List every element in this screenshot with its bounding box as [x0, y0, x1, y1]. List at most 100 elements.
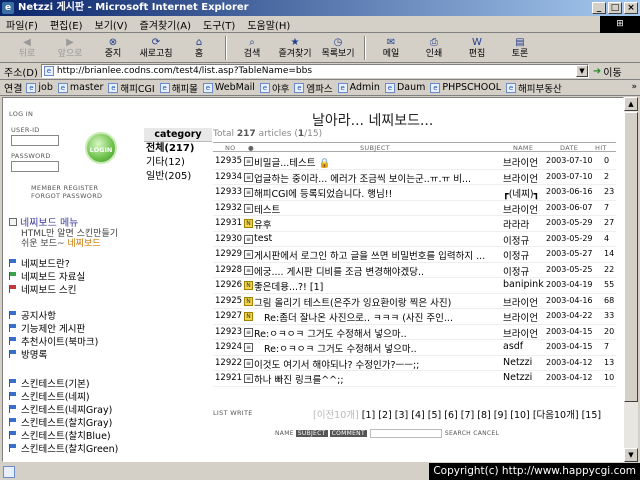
write-link[interactable]: WRITE [230, 409, 252, 417]
user-id-input[interactable] [11, 135, 59, 146]
page-link-5[interactable]: [5] [428, 410, 441, 421]
row-subject[interactable]: 테스트 [254, 202, 502, 216]
category-etc[interactable]: 기타(12) [144, 156, 212, 170]
table-row[interactable]: 12932 ≡ 테스트 브라이언 2003-06-07 7 [213, 201, 616, 216]
table-row[interactable]: 12934 ≡ 업글하는 중이라... 에러가 조금씩 보이는군..ㅠ.ㅠ 비...… [213, 170, 616, 185]
stop-button[interactable]: ⊗ 중지 [92, 35, 134, 62]
forward-button[interactable]: ▶ 앞으로 [49, 35, 91, 62]
link-happy-realestate[interactable]: e 해피부동산 [506, 81, 562, 95]
page-link-1[interactable]: [1] [362, 410, 375, 421]
row-subject[interactable]: Re:ㅇㅋㅇㅋ 그거도 수정해서 넣으마.. [254, 326, 502, 340]
maximize-button[interactable]: □ [608, 2, 622, 14]
row-author[interactable]: asdf [503, 341, 545, 352]
link-empas[interactable]: e 엠파스 [294, 81, 333, 95]
row-author[interactable]: 이정규 [503, 248, 545, 262]
table-row[interactable]: 12927 N Re:좀더 잘나온 사진으로.. ㅋㅋㅋ (사진 주인... 브라이언… [213, 309, 616, 325]
close-button[interactable]: × [624, 2, 638, 14]
sidebar-item-skins[interactable]: 네찌보드 스킨 [9, 282, 85, 296]
link-daum[interactable]: e Daum [384, 82, 425, 93]
page-link-6[interactable]: [6] [444, 410, 457, 421]
next-10-link[interactable]: [다음10개] [533, 410, 579, 421]
menu-edit[interactable]: 편집(E) [44, 17, 89, 32]
sidebar-item-guestbook[interactable]: 방명록 [9, 347, 98, 361]
row-subject[interactable]: 그림 올리기 테스트(은주가 잉요환이랑 찍은 사진) [254, 295, 502, 309]
row-author[interactable]: 브라이언 [503, 326, 545, 340]
search-button[interactable]: SEARCH [445, 430, 471, 437]
page-link-7[interactable]: [7] [461, 410, 474, 421]
link-happymall[interactable]: e 해피몰 [159, 81, 198, 95]
sidebar-item-skin-netzzi[interactable]: 스킨테스트(네찌) [9, 389, 118, 403]
table-row[interactable]: 12924 ≡ Re:ㅇㅋㅇㅋ 그거도 수정해서 넣으마.. asdf 2003-04-… [213, 340, 616, 356]
table-row[interactable]: 12930 ≡ test 이정규 2003-05-29 4 [213, 232, 616, 247]
search-comment-option[interactable]: COMMENT [329, 430, 367, 437]
edit-button[interactable]: W 편집 [456, 35, 498, 62]
vertical-scrollbar[interactable]: ▲ ▼ [624, 97, 638, 462]
row-author[interactable]: Netzzi [503, 357, 545, 368]
menu-view[interactable]: 보기(V) [89, 17, 134, 32]
row-subject[interactable]: test [254, 233, 502, 244]
search-button[interactable]: ⌕ 검색 [231, 35, 273, 62]
link-master[interactable]: e master [57, 82, 103, 93]
sidebar-item-skin-chalchi-blue[interactable]: 스킨테스트(찰치Blue) [9, 428, 118, 442]
row-subject[interactable]: Re:ㅇㅋㅇㅋ 그거도 수정해서 넣으마.. [254, 341, 502, 355]
row-author[interactable]: 브라이언 [503, 155, 545, 169]
row-subject[interactable]: 좋은데용...?! [1] [254, 279, 502, 293]
table-row[interactable]: 12931 N 유후 라라라 2003-05-29 27 [213, 216, 616, 232]
link-admin[interactable]: e Admin [337, 82, 380, 93]
address-input[interactable]: e http://brianlee.codns.com/test4/list.a… [40, 64, 589, 78]
search-subject-option[interactable]: SUBJECT [295, 430, 328, 437]
table-row[interactable]: 12933 ≡ 해피CGI에 등록되었습니다. 행님!! ┏(네찌)┓ 2003-06-… [213, 185, 616, 201]
row-author[interactable]: Netzzi [503, 372, 545, 383]
search-name-option[interactable]: NAME [275, 430, 294, 437]
category-all[interactable]: 전체(217) [144, 142, 212, 156]
sidebar-item-downloads[interactable]: 네찌보드 자료실 [9, 269, 85, 283]
table-row[interactable]: 12921 ≡ 하나 빠진 링크를^^;; Netzzi 2003-04-12 10 [213, 371, 616, 387]
table-row[interactable]: 12923 ≡ Re:ㅇㅋㅇㅋ 그거도 수정해서 넣으마.. 브라이언 2003-04-… [213, 325, 616, 340]
row-subject[interactable]: 비밀글...테스트 🔒 [254, 155, 502, 169]
sidebar-item-skin-basic[interactable]: 스킨테스트(기본) [9, 376, 118, 390]
row-author[interactable]: 브라이언 [503, 171, 545, 185]
history-button[interactable]: ◷ 목록보기 [317, 35, 359, 62]
favorites-button[interactable]: ★ 즐겨찾기 [274, 35, 316, 62]
page-link-9[interactable]: [9] [494, 410, 507, 421]
scroll-up-icon[interactable]: ▲ [624, 97, 638, 111]
print-button[interactable]: ⎙ 인쇄 [413, 35, 455, 62]
table-row[interactable]: 12922 ≡ 이것도 여기서 해야되나? 수정인가?ㅡㅡ;; Netzzi 2003-… [213, 356, 616, 371]
minimize-button[interactable]: _ [592, 2, 606, 14]
link-job[interactable]: e job [26, 82, 53, 93]
row-subject[interactable]: 에궁.... 게시판 디비를 조금 변경해야겠당.. [254, 264, 502, 278]
password-input[interactable] [11, 161, 59, 172]
links-more-icon[interactable]: » [631, 82, 637, 92]
row-subject[interactable]: Re:좀더 잘나온 사진으로.. ㅋㅋㅋ (사진 주인... [254, 310, 502, 324]
home-button[interactable]: ⌂ 홈 [178, 35, 220, 62]
menu-tools[interactable]: 도구(T) [197, 17, 241, 32]
page-link-10[interactable]: [10] [510, 410, 530, 421]
scroll-down-icon[interactable]: ▼ [624, 448, 638, 462]
row-subject[interactable]: 이것도 여기서 해야되나? 수정인가?ㅡㅡ;; [254, 357, 502, 371]
row-author[interactable]: 라라라 [503, 217, 545, 231]
row-subject[interactable]: 하나 빠진 링크를^^;; [254, 372, 502, 386]
sidebar-item-skin-chalchi-gray[interactable]: 스킨테스트(찰치Gray) [9, 415, 118, 429]
sidebar-item-suggestions[interactable]: 기능제안 게시판 [9, 321, 98, 335]
back-button[interactable]: ◀ 뒤로 [6, 35, 48, 62]
sidebar-item-bookmarks[interactable]: 추천사이트(북마크) [9, 334, 98, 348]
row-subject[interactable]: 유후 [254, 217, 502, 231]
row-author[interactable]: 브라이언 [503, 310, 545, 324]
forgot-password-link[interactable]: FORGOT PASSWORD [31, 192, 102, 200]
table-row[interactable]: 12926 N 좋은데용...?! [1] banipink 2003-04-19 55 [213, 278, 616, 294]
last-page-link[interactable]: [15] [582, 410, 602, 421]
table-row[interactable]: 12929 ≡ 게시판에서 로그인 하고 글을 쓰면 비밀번호를 입력하지 ... 이… [213, 247, 616, 263]
sidebar-item-skin-chalchi-green[interactable]: 스킨테스트(찰치Green) [9, 441, 118, 455]
row-author[interactable]: 브라이언 [503, 202, 545, 216]
page-link-3[interactable]: [3] [395, 410, 408, 421]
row-subject[interactable]: 게시판에서 로그인 하고 글을 쓰면 비밀번호를 입력하지 ... [254, 248, 502, 262]
row-subject[interactable]: 해피CGI에 등록되었습니다. 행님!! [254, 186, 502, 200]
link-phpschool[interactable]: e PHPSCHOOL [430, 82, 501, 93]
category-general[interactable]: 일반(205) [144, 170, 212, 184]
refresh-button[interactable]: ⟳ 새로고침 [135, 35, 177, 62]
row-author[interactable]: 이정규 [503, 233, 545, 247]
row-subject[interactable]: 업글하는 중이라... 에러가 조금씩 보이는군..ㅠ.ㅠ 비... [254, 171, 502, 185]
table-row[interactable]: 12925 N 그림 올리기 테스트(은주가 잉요환이랑 찍은 사진) 브라이언 200… [213, 294, 616, 309]
go-button[interactable]: ➜ 이동 [593, 64, 622, 79]
link-yahoo[interactable]: e 야후 [259, 81, 289, 95]
